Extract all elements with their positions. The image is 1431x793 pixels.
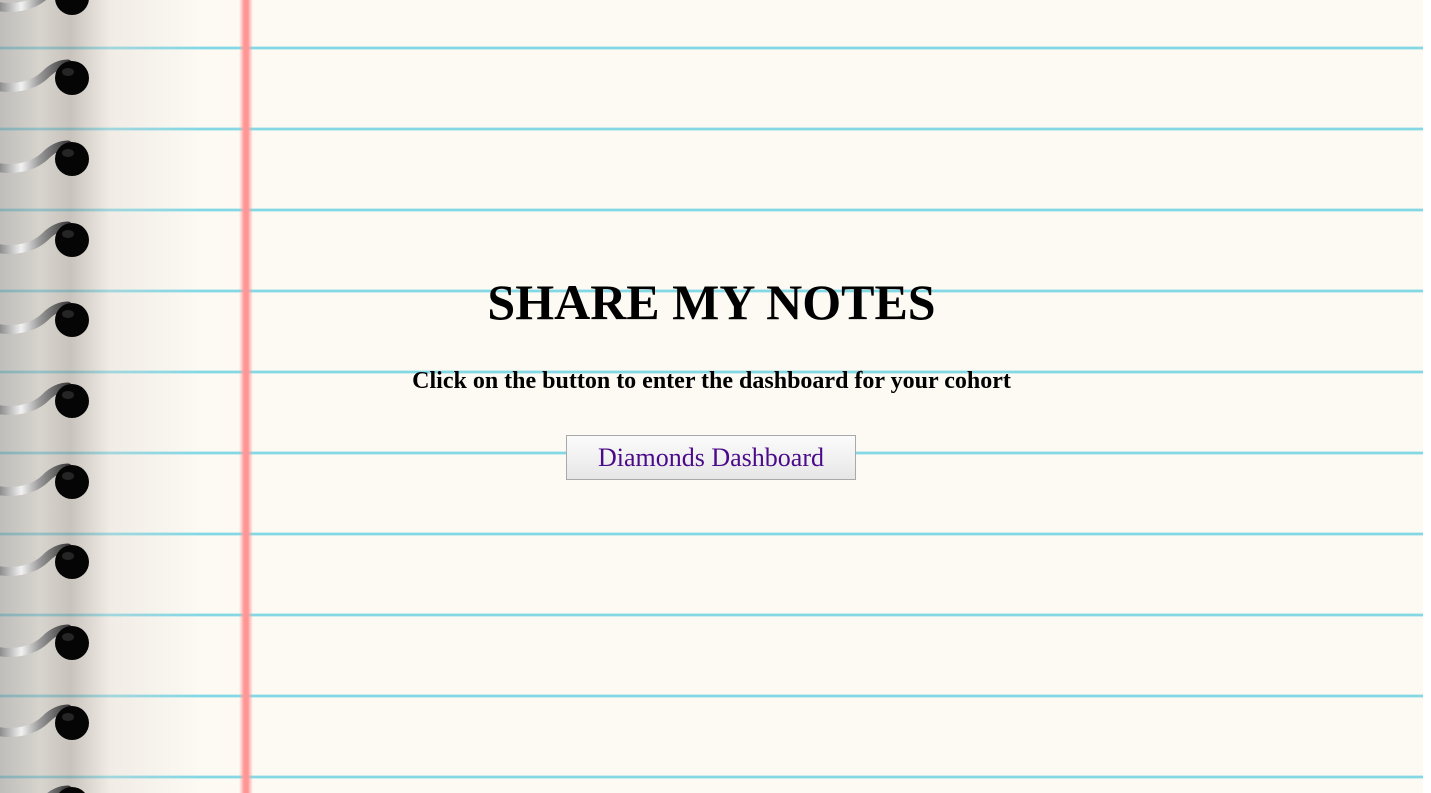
page-title: SHARE MY NOTES xyxy=(487,274,936,330)
diamonds-dashboard-button[interactable]: Diamonds Dashboard xyxy=(566,435,856,480)
page-subtitle: Click on the button to enter the dashboa… xyxy=(412,368,1011,394)
right-gutter xyxy=(1423,0,1431,793)
main-content: SHARE MY NOTES Click on the button to en… xyxy=(0,0,1423,793)
notebook-paper-background: SHARE MY NOTES Click on the button to en… xyxy=(0,0,1423,793)
